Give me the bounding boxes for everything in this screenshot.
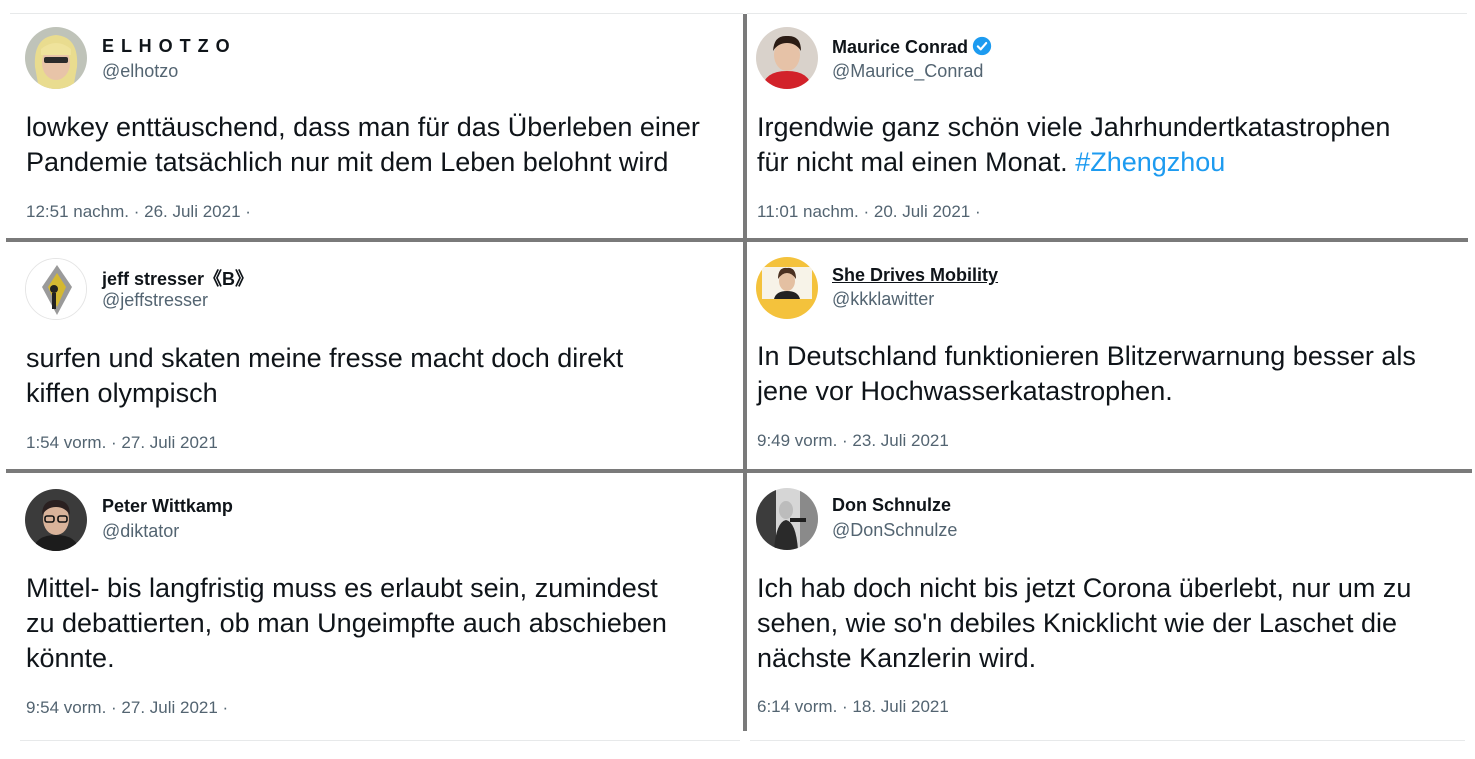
- tweet-text-line: kiffen olympisch: [26, 378, 218, 408]
- tweet-card[interactable]: Maurice Conrad @Maurice_Conrad Irgendwie…: [747, 14, 1467, 239]
- tweet-text-line: Ich hab doch nicht bis jetzt Corona über…: [757, 573, 1412, 603]
- tweet-card[interactable]: She Drives Mobility @kkklawitter In Deut…: [747, 243, 1467, 469]
- user-handle[interactable]: @Maurice_Conrad: [832, 61, 983, 82]
- tweet-text: Ich hab doch nicht bis jetzt Corona über…: [757, 571, 1411, 676]
- display-name[interactable]: She Drives Mobility: [832, 265, 998, 286]
- tweet-card[interactable]: E L H O T Z O @elhotzo lowkey enttäusche…: [10, 14, 743, 239]
- card-border: [750, 740, 1465, 741]
- tweet-timestamp[interactable]: 11:01 nachm. · 20. Juli 2021 ·: [757, 202, 981, 222]
- tweet-text-line: jene vor Hochwasserkatastrophen.: [757, 376, 1173, 406]
- tweet-text-line: lowkey enttäuschend, dass man für das Üb…: [26, 112, 700, 142]
- avatar[interactable]: [25, 258, 87, 320]
- grid-divider-horizontal: [6, 469, 1472, 473]
- tweet-text-line-wrapper: für nicht mal einen Monat. #Zhengzhou: [757, 145, 1390, 180]
- tweet-card[interactable]: Don Schnulze @DonSchnulze Ich hab doch n…: [747, 474, 1467, 740]
- user-handle[interactable]: @elhotzo: [102, 61, 178, 82]
- tweet-text-line: könnte.: [26, 643, 115, 673]
- tweet-text-line: Irgendwie ganz schön viele Jahrhundertka…: [757, 112, 1391, 142]
- tweet-text: Irgendwie ganz schön viele Jahrhundertka…: [757, 110, 1390, 180]
- tweet-card[interactable]: jeff stresser《B》 @jeffstresser surfen un…: [10, 243, 743, 469]
- tweet-text-line: für nicht mal einen Monat.: [757, 147, 1068, 177]
- tweet-text: lowkey enttäuschend, dass man für das Üb…: [26, 110, 700, 180]
- tweet-timestamp[interactable]: 9:54 vorm. · 27. Juli 2021 ·: [26, 698, 228, 718]
- user-handle[interactable]: @diktator: [102, 521, 179, 542]
- tweet-text-line: zu debattierten, ob man Ungeimpfte auch …: [26, 608, 667, 638]
- display-name[interactable]: jeff stresser《B》: [102, 265, 253, 291]
- avatar[interactable]: [25, 489, 87, 551]
- tweet-card[interactable]: Peter Wittkamp @diktator Mittel- bis lan…: [10, 474, 743, 740]
- tweet-text-line: Pandemie tatsächlich nur mit dem Leben b…: [26, 147, 669, 177]
- tweet-text: surfen und skaten meine fresse macht doc…: [26, 341, 623, 411]
- display-name[interactable]: Peter Wittkamp: [102, 496, 233, 517]
- grid-divider-vertical: [743, 14, 747, 731]
- verified-badge-icon: [972, 36, 992, 56]
- display-name[interactable]: Maurice Conrad: [832, 36, 992, 58]
- hashtag-link[interactable]: #Zhengzhou: [1075, 147, 1225, 177]
- avatar[interactable]: [756, 257, 818, 319]
- tweet-timestamp[interactable]: 6:14 vorm. · 18. Juli 2021: [757, 697, 949, 717]
- woman-yellow-background-avatar-icon: [756, 257, 818, 319]
- tweet-text: In Deutschland funktionieren Blitzerwarn…: [757, 339, 1416, 409]
- avatar[interactable]: [756, 27, 818, 89]
- avatar[interactable]: [25, 27, 87, 89]
- tweet-timestamp[interactable]: 12:51 nachm. · 26. Juli 2021 ·: [26, 202, 251, 222]
- display-name[interactable]: E L H O T Z O: [102, 36, 231, 57]
- tweet-text-line: In Deutschland funktionieren Blitzerwarn…: [757, 341, 1416, 371]
- young-man-red-shirt-avatar-icon: [756, 27, 818, 89]
- tweet-text-line: nächste Kanzlerin wird.: [757, 643, 1037, 673]
- user-handle[interactable]: @kkklawitter: [832, 289, 934, 310]
- tweet-text-line: surfen und skaten meine fresse macht doc…: [26, 343, 624, 373]
- grid-divider-horizontal: [6, 238, 1468, 242]
- user-handle[interactable]: @jeffstresser: [102, 290, 208, 311]
- display-name[interactable]: Don Schnulze: [832, 495, 951, 516]
- card-border: [20, 740, 740, 741]
- blond-person-avatar-icon: [25, 27, 87, 89]
- tweet-timestamp[interactable]: 1:54 vorm. · 27. Juli 2021: [26, 433, 218, 453]
- avatar[interactable]: [756, 488, 818, 550]
- man-glasses-avatar-icon: [25, 489, 87, 551]
- tweet-text-line: sehen, wie so'n debiles Knicklicht wie d…: [757, 608, 1398, 638]
- grayscale-photo-avatar-icon: [756, 488, 818, 550]
- tweet-timestamp[interactable]: 9:49 vorm. · 23. Juli 2021: [757, 431, 949, 451]
- display-name-text: Maurice Conrad: [832, 37, 969, 57]
- user-handle[interactable]: @DonSchnulze: [832, 520, 957, 541]
- tweet-text-line: Mittel- bis langfristig muss es erlaubt …: [26, 573, 658, 603]
- tweet-text: Mittel- bis langfristig muss es erlaubt …: [26, 571, 667, 676]
- diamond-figure-avatar-icon: [26, 259, 86, 319]
